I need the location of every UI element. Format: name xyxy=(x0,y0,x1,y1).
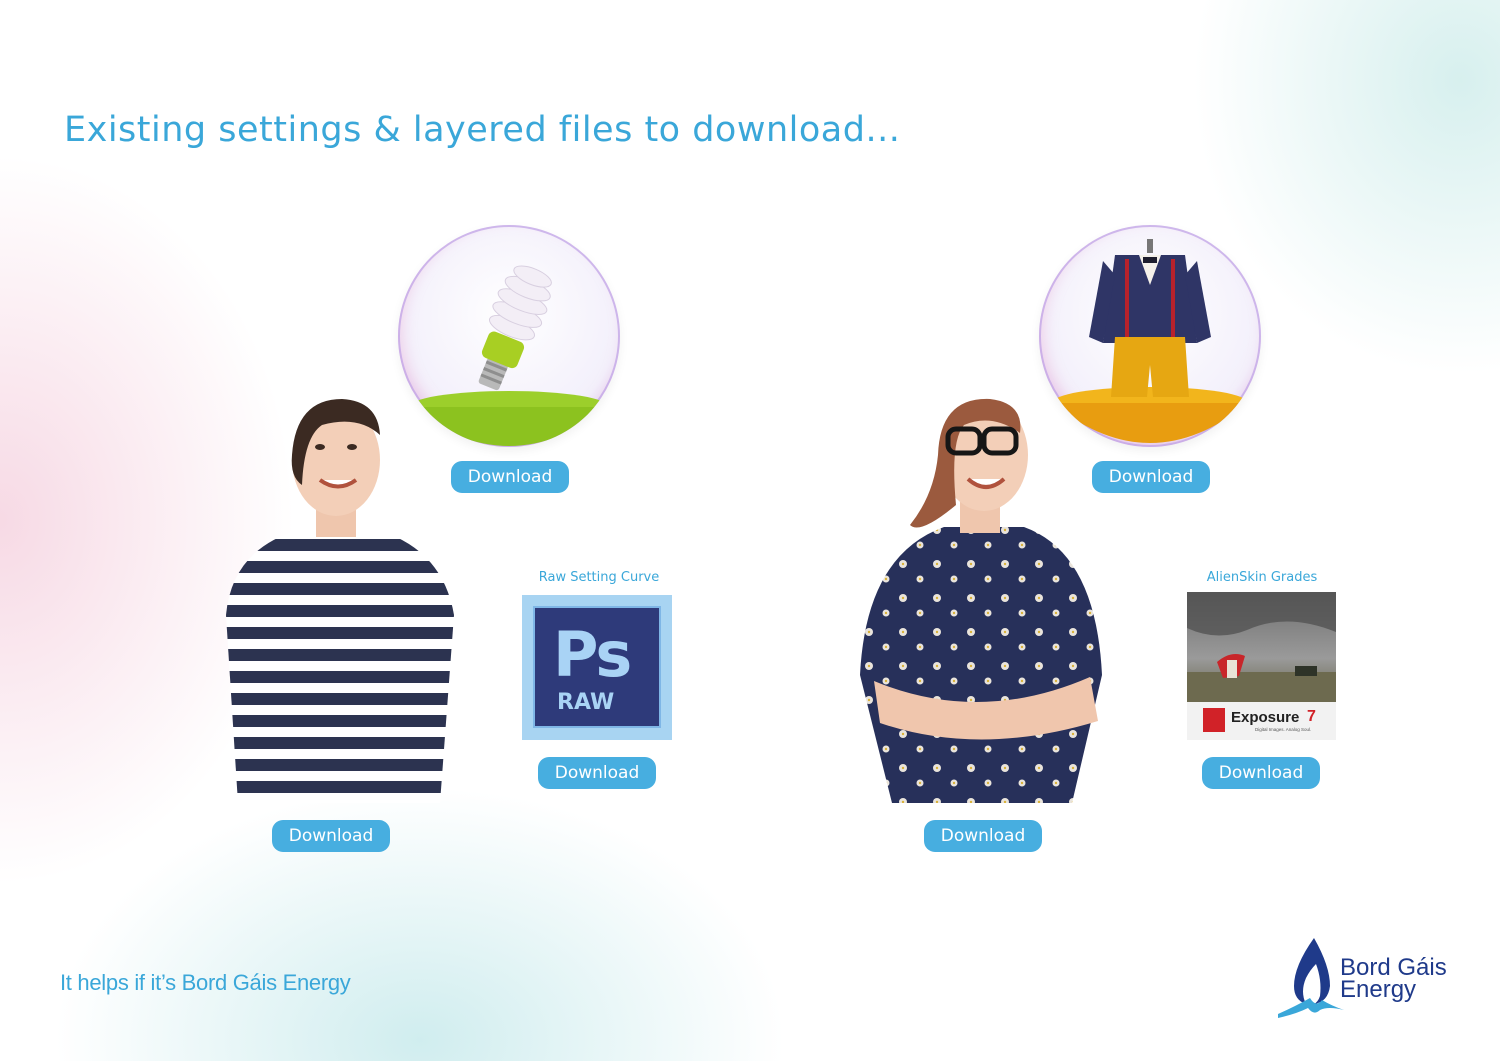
footer-tagline: It helps if it’s Bord Gáis Energy xyxy=(60,970,351,995)
lightbulb-download-button[interactable]: Download xyxy=(451,461,569,493)
exposure-banner: Exposure 7 Digital Images. Analog Soul. xyxy=(1187,702,1336,740)
alienskin-grades-caption: AlienSkin Grades xyxy=(1206,570,1318,585)
raw-setting-curve-caption: Raw Setting Curve xyxy=(538,570,660,585)
exposure-brand-text: Exposure xyxy=(1231,709,1300,726)
exposure-7-thumbnail[interactable]: Exposure 7 Digital Images. Analog Soul. xyxy=(1187,592,1336,740)
exposure-tagline-text: Digital Images. Analog Soul. xyxy=(1255,727,1312,732)
exposure-logo-icon xyxy=(1203,708,1225,732)
flame-logo-icon xyxy=(1278,938,1344,1018)
exposure-version-text: 7 xyxy=(1307,708,1316,725)
raw-badge-text: RAW xyxy=(557,690,615,715)
woman-floral-shirt-image xyxy=(860,385,1104,807)
bord-gais-energy-logo: Bord Gáis Energy xyxy=(1276,936,1466,1020)
ps-badge-text: Ps xyxy=(553,618,632,691)
alienskin-download-button[interactable]: Download xyxy=(1202,757,1320,789)
raw-curve-download-button[interactable]: Download xyxy=(538,757,656,789)
woman-striped-shirt-image xyxy=(218,385,458,807)
page-title: Existing settings & layered files to dow… xyxy=(64,110,901,150)
woman-floral-download-button[interactable]: Download xyxy=(924,820,1042,852)
woman-striped-download-button[interactable]: Download xyxy=(272,820,390,852)
photoshop-raw-thumbnail[interactable]: Ps RAW xyxy=(522,595,672,740)
tuxedo-download-button[interactable]: Download xyxy=(1092,461,1210,493)
photoshop-raw-icon: Ps RAW xyxy=(533,606,661,728)
landscape-photo-icon xyxy=(1187,592,1336,702)
logo-line-2: Energy xyxy=(1340,976,1417,1003)
